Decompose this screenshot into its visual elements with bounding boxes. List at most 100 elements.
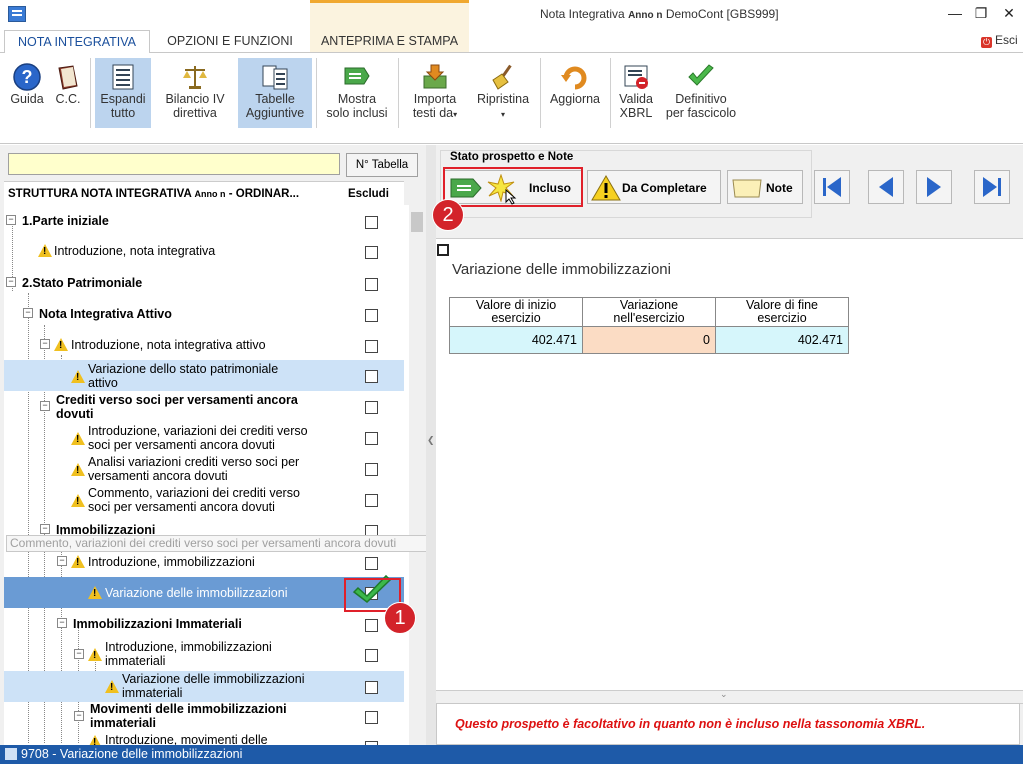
checkmark-icon <box>686 62 716 90</box>
tree-scrollbar[interactable] <box>409 205 425 745</box>
close-button[interactable]: ✕ <box>996 3 1022 23</box>
tree-header-title: STRUTTURA NOTA INTEGRATIVA Anno n - ORDI… <box>8 188 299 200</box>
tree-row[interactable]: Introduzione, variazioni dei crediti ver… <box>4 424 404 454</box>
collapse-icon[interactable]: − <box>74 711 84 721</box>
ripristina-button[interactable]: Ripristina ▾ <box>470 58 536 128</box>
valida-xbrl-button[interactable]: Valida XBRL <box>614 58 658 128</box>
collapse-icon[interactable]: − <box>57 618 67 628</box>
collapse-icon[interactable]: − <box>74 649 84 659</box>
tree-row[interactable]: − Introduzione, immobilizzazioni <box>4 552 404 572</box>
escludi-checkbox[interactable] <box>365 619 378 632</box>
espandi-tutto-button[interactable]: Espandi tutto <box>95 58 151 128</box>
restore-button[interactable]: ❐ <box>968 3 994 23</box>
valore-fine-cell[interactable]: 402.471 <box>715 326 849 354</box>
collapse-icon[interactable]: − <box>40 524 50 534</box>
last-record-button[interactable] <box>974 170 1010 204</box>
escludi-checkbox[interactable] <box>365 246 378 259</box>
escludi-checkbox[interactable] <box>365 494 378 507</box>
tree-row[interactable]: Commento, variazioni dei crediti versoso… <box>4 486 404 516</box>
tree-row-label-line1: Variazione delle immobilizzazioni <box>122 672 305 686</box>
escludi-checkbox[interactable] <box>365 340 378 353</box>
cc-button[interactable]: C.C. <box>50 58 86 128</box>
valore-inizio-cell[interactable]: 402.471 <box>449 326 583 354</box>
tab-anteprima-e-stampa[interactable]: ANTEPRIMA E STAMPA <box>310 30 469 52</box>
escludi-checkbox[interactable] <box>365 216 378 229</box>
tree-row[interactable]: − Immobilizzazioni Immateriali <box>4 614 404 634</box>
tree-row[interactable]: Variazione dello stato patrimonialeattiv… <box>4 360 404 391</box>
guida-label: Guida <box>10 92 44 106</box>
panel-divider[interactable]: ⌄ <box>436 689 1023 704</box>
tree-row[interactable]: Introduzione, nota integrativa <box>4 241 404 261</box>
escludi-checkbox[interactable] <box>365 309 378 322</box>
mostra-solo-inclusi-button[interactable]: Mostra solo inclusi <box>320 58 394 128</box>
next-record-button[interactable] <box>916 170 952 204</box>
importa-testi-button[interactable]: Importa testi da▾ <box>403 58 467 128</box>
note-button[interactable]: Note <box>727 170 803 204</box>
bilancio-iv-direttiva-button[interactable]: Bilancio IV direttiva <box>158 58 232 128</box>
warning-icon <box>88 735 102 745</box>
tree-row[interactable]: Analisi variazioni crediti verso soci pe… <box>4 455 404 485</box>
window-title-year: Anno n <box>628 10 663 21</box>
tree-row-label-line1: Variazione dello stato patrimoniale <box>88 362 279 376</box>
ribbon-separator <box>610 58 611 128</box>
collapse-icon[interactable]: − <box>40 339 50 349</box>
tree-row[interactable]: Introduzione, movimenti delle <box>4 733 404 745</box>
tree-row[interactable]: − Movimenti delle immobilizzazioni immate… <box>4 702 404 732</box>
n-tabella-button[interactable]: N° Tabella <box>346 153 418 177</box>
first-record-button[interactable] <box>814 170 850 204</box>
escludi-checkbox[interactable] <box>365 432 378 445</box>
warning-icon <box>88 648 102 661</box>
tree-row[interactable]: Variazione delle immobilizzazioniimmater… <box>4 671 404 702</box>
tree-header-year: Anno n <box>194 189 226 199</box>
tab-opzioni-e-funzioni[interactable]: OPZIONI E FUNZIONI <box>152 30 308 52</box>
tree-row[interactable]: − 2.Stato Patrimoniale <box>4 273 404 293</box>
escludi-checkbox[interactable] <box>365 278 378 291</box>
escludi-checkbox[interactable] <box>365 401 378 414</box>
pane-splitter[interactable]: ❮ <box>426 145 436 745</box>
tree-row-label-line1: Introduzione, variazioni dei crediti ver… <box>88 424 308 438</box>
valida-label-2: XBRL <box>619 106 653 120</box>
ribbon-separator <box>90 58 91 128</box>
tree-row[interactable]: − 1.Parte iniziale <box>4 211 404 231</box>
guida-button[interactable]: ? Guida <box>6 58 48 128</box>
collapse-icon[interactable]: − <box>40 401 50 411</box>
tree-row[interactable]: − Nota Integrativa Attivo <box>4 304 404 324</box>
table-header-line1: Variazione <box>619 298 679 312</box>
tree-row[interactable]: − Crediti verso soci per versamenti anco… <box>4 393 404 423</box>
search-input[interactable] <box>8 153 340 175</box>
tree-row-label-line1: Introduzione, immobilizzazioni <box>105 640 272 654</box>
escludi-checkbox[interactable] <box>365 557 378 570</box>
minimize-button[interactable]: — <box>942 3 968 23</box>
collapse-icon[interactable]: − <box>57 556 67 566</box>
da-completare-button[interactable]: Da Completare <box>587 170 721 204</box>
tab-nota-integrativa[interactable]: NOTA INTEGRATIVA <box>4 30 150 54</box>
escludi-checkbox[interactable] <box>365 681 378 694</box>
svg-text:?: ? <box>22 67 33 87</box>
cc-label: C.C. <box>55 92 81 106</box>
ribbon-separator <box>316 58 317 128</box>
tabelle-aggiuntive-button[interactable]: Tabelle Aggiuntive <box>238 58 312 128</box>
escludi-checkbox[interactable] <box>365 711 378 724</box>
variazione-cell[interactable]: 0 <box>582 326 716 354</box>
tree-row[interactable]: − Introduzione, immobilizzazioniimmateri… <box>4 640 404 670</box>
warning-icon <box>54 338 68 351</box>
definitivo-per-fascicolo-button[interactable]: Definitivo per fascicolo <box>660 58 742 128</box>
exit-button[interactable]: ⏻ Esci <box>981 33 1018 48</box>
collapse-icon[interactable]: − <box>6 277 16 287</box>
warning-icon <box>71 463 85 476</box>
tabelle-label-1: Tabelle <box>255 92 295 106</box>
previous-record-button[interactable] <box>868 170 904 204</box>
escludi-checkbox[interactable] <box>365 649 378 662</box>
escludi-checkbox[interactable] <box>365 463 378 476</box>
tree-scrollbar-thumb[interactable] <box>411 212 423 232</box>
collapse-icon[interactable]: − <box>23 308 33 318</box>
aggiorna-button[interactable]: Aggiorna <box>544 58 606 128</box>
collapse-icon[interactable]: − <box>6 215 16 225</box>
escludi-checkbox[interactable] <box>365 370 378 383</box>
tree-row-label: Variazione delle immobilizzazioni immater… <box>122 672 305 700</box>
expand-list-icon <box>108 62 138 90</box>
app-icon <box>8 6 26 22</box>
tree-row[interactable]: − Introduzione, nota integrativa attivo <box>4 335 404 355</box>
refresh-icon <box>560 62 590 90</box>
table-header-line2: esercizio <box>491 311 541 325</box>
